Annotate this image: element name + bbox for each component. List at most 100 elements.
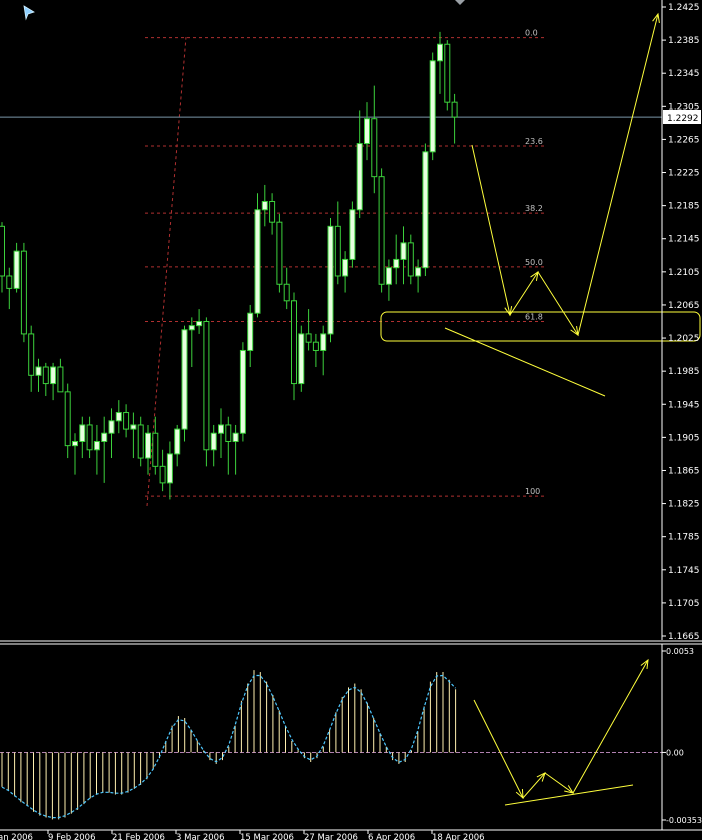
bearish-candle [451,101,458,118]
oscillator-axis: 0.0053 0.00 -0.00353 [661,644,702,830]
projection-path[interactable] [471,13,659,337]
bullish-candle [429,60,436,153]
price-tick-label: 1.1865 [668,466,700,476]
bearish-candle [20,250,27,335]
bearish-candle [444,43,451,103]
price-tick-label: 1.2145 [668,235,700,245]
bearish-candle [225,424,232,443]
time-tick-label: 6 Apr 2006 [368,833,415,840]
bullish-candle [79,424,86,443]
bullish-candle [342,258,349,277]
price-tick-label: 1.1985 [668,367,700,377]
fib-level-label: 50.0 [525,258,543,267]
bullish-candle [356,143,363,211]
bullish-candle [196,321,203,327]
bullish-candle [181,329,188,430]
time-tick-label: 9 Feb 2006 [48,833,96,840]
bearish-candle [86,424,93,451]
bullish-candle [385,267,392,285]
bullish-candle [210,432,217,451]
fib-level-label: 61.8 [525,313,543,322]
bullish-candle [166,453,173,484]
bullish-candle [174,428,181,455]
bearish-candle [269,200,276,223]
bullish-candle [50,366,57,385]
price-tick-label: 1.2065 [668,301,700,311]
price-tick-label: 1.1705 [668,599,700,609]
price-tick-label: 1.2345 [668,69,700,79]
bearish-candle [334,225,341,277]
price-tick-label: 1.1745 [668,566,700,576]
price-tick-label: 1.2385 [668,36,700,46]
fib-level-label: 100 [525,487,540,496]
fib-level-label: 23.6 [525,137,543,146]
arrow-head [570,326,579,337]
fib-level-label: 38.2 [525,204,543,213]
bearish-candle [28,333,35,376]
forex-chart[interactable]: 0.0 23.6 38.2 50.0 61.8 100 1.2425 1.2385 1.234… [0,0,702,840]
bearish-candle [0,225,5,277]
current-price-label: 1.2292 [667,114,699,124]
bearish-candle [407,242,414,277]
price-tick-label: 1.2265 [668,135,700,145]
price-tick-label: 1.2105 [668,268,700,278]
bearish-candle [371,118,378,178]
bullish-candle [254,209,261,314]
price-tick-label: 1.2225 [668,169,700,179]
price-tick-label: 1.2025 [668,334,700,344]
bullish-candle [247,312,254,351]
time-tick-label: 18 Apr 2006 [432,833,485,840]
price-tick-label: 1.2425 [668,3,700,13]
bullish-candle [101,432,108,443]
bearish-candle [312,341,319,351]
time-tick-label: an 2006 [0,833,33,840]
oscillator-tick-label: 0.00 [666,748,684,757]
bearish-candle [203,321,210,451]
price-panel: 0.0 23.6 38.2 50.0 61.8 100 [0,12,701,507]
bearish-candle [6,275,13,289]
bearish-candle [64,391,71,447]
bullish-candle [261,200,268,211]
fib-level-label: 0.0 [525,29,538,38]
bullish-candle [72,441,78,447]
oscillator-tick-label: 0.0053 [666,647,694,656]
bullish-candle [145,432,151,459]
signal-line [1,674,457,819]
trend-line[interactable] [444,327,606,397]
bullish-candle [239,349,246,434]
cursor-icon [23,5,35,21]
bullish-candle [13,250,20,289]
oscillator-tick-label: -0.00353 [666,816,702,825]
time-tick-label: 21 Feb 2006 [112,833,165,840]
time-tick-label: 3 Mar 2006 [176,833,224,840]
scroll-marker-icon[interactable] [455,0,465,5]
price-axis: 1.24251.23851.23451.23051.22651.22251.21… [661,0,701,642]
bearish-candle [57,366,64,393]
bullish-candle [232,432,239,443]
oscillator-trend-line[interactable] [504,784,634,806]
time-tick-label: 15 Mar 2006 [240,833,294,840]
bearish-candle [276,221,283,285]
bullish-candle [327,225,334,335]
candlestick-series [0,31,458,500]
price-tick-label: 1.1905 [668,433,700,443]
arrow-head [640,658,649,669]
bullish-candle [93,441,100,451]
price-tick-label: 1.1785 [668,533,700,543]
bearish-candle [378,176,385,285]
bullish-candle [349,209,356,260]
arrow-head [530,270,539,281]
bullish-candle [108,420,115,434]
oscillator-projection-path[interactable] [473,659,649,799]
time-axis: an 2006 9 Feb 2006 21 Feb 2006 3 Mar 2006 15… [0,829,702,840]
bullish-candle [35,366,42,376]
bearish-candle [152,432,159,467]
price-tick-label: 1.1825 [668,500,700,510]
price-tick-label: 1.2185 [668,202,700,212]
bullish-candle [415,267,422,277]
bullish-candle [298,333,305,385]
bearish-candle [123,412,130,430]
bullish-candle [393,258,400,269]
oscillator-annotations[interactable] [473,658,649,806]
bullish-candle [218,424,224,434]
